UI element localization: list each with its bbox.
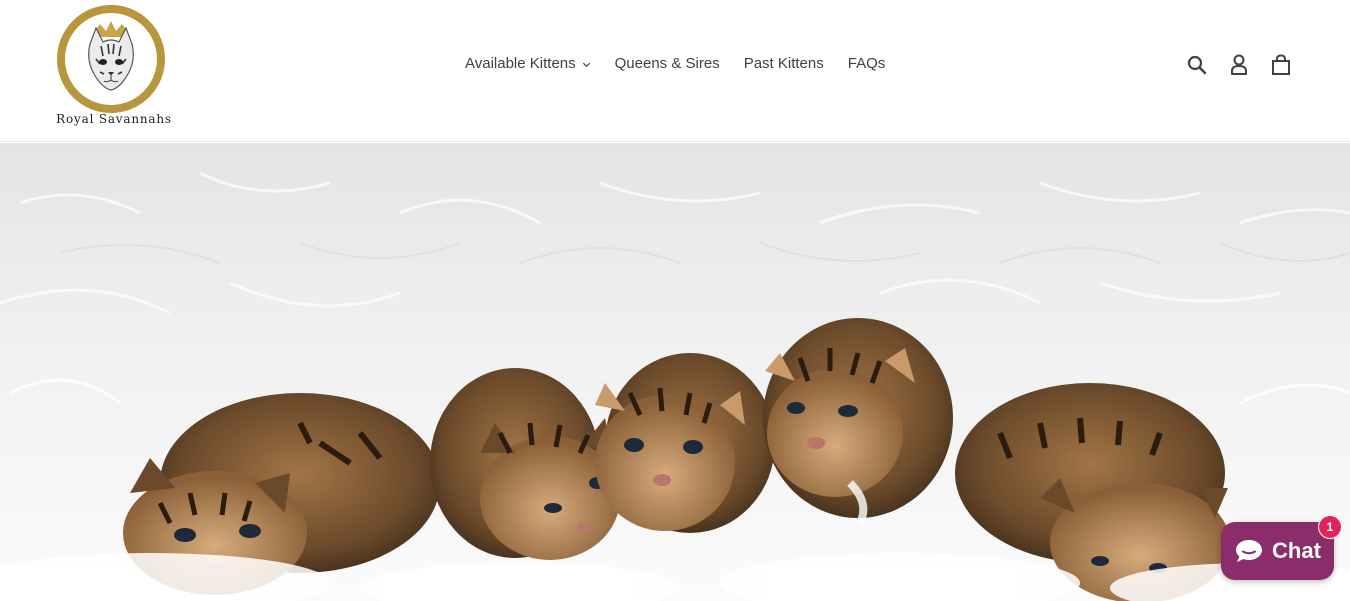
nav-item-label: Queens & Sires bbox=[614, 55, 720, 72]
brand-name: Royal Savannahs bbox=[56, 112, 172, 126]
nav-item-label: FAQs bbox=[847, 55, 886, 72]
nav-item-label: Past Kittens bbox=[743, 55, 824, 72]
site-header: Royal Savannahs Available Kittens Queens… bbox=[0, 0, 1350, 142]
hero-banner bbox=[0, 143, 1350, 601]
chat-unread-badge: 1 bbox=[1318, 515, 1342, 539]
chevron-down-icon bbox=[582, 62, 590, 68]
chat-button[interactable]: Chat bbox=[1221, 522, 1334, 580]
cart-button[interactable] bbox=[1270, 54, 1292, 76]
nav-item-queens-sires[interactable]: Queens & Sires bbox=[615, 55, 720, 72]
brand-logo[interactable]: Royal Savannahs bbox=[52, 4, 176, 132]
nav-item-faqs[interactable]: FAQs bbox=[848, 55, 886, 72]
search-button[interactable] bbox=[1186, 54, 1208, 76]
header-icons bbox=[1186, 54, 1292, 76]
account-icon bbox=[1231, 54, 1247, 75]
logo-crest-icon bbox=[57, 5, 165, 113]
nav-item-past-kittens[interactable]: Past Kittens bbox=[744, 55, 824, 72]
account-button[interactable] bbox=[1228, 54, 1250, 76]
main-nav: Available Kittens Queens & Sires Past Ki… bbox=[465, 55, 885, 72]
kittens-on-white-fur-image bbox=[0, 143, 1350, 601]
chat-bubble-icon bbox=[1236, 540, 1263, 562]
nav-item-available-kittens[interactable]: Available Kittens bbox=[465, 55, 591, 72]
nav-item-label: Available Kittens bbox=[465, 55, 576, 72]
cart-icon bbox=[1272, 54, 1290, 75]
chat-label: Chat bbox=[1272, 538, 1321, 563]
search-icon bbox=[1187, 55, 1207, 75]
